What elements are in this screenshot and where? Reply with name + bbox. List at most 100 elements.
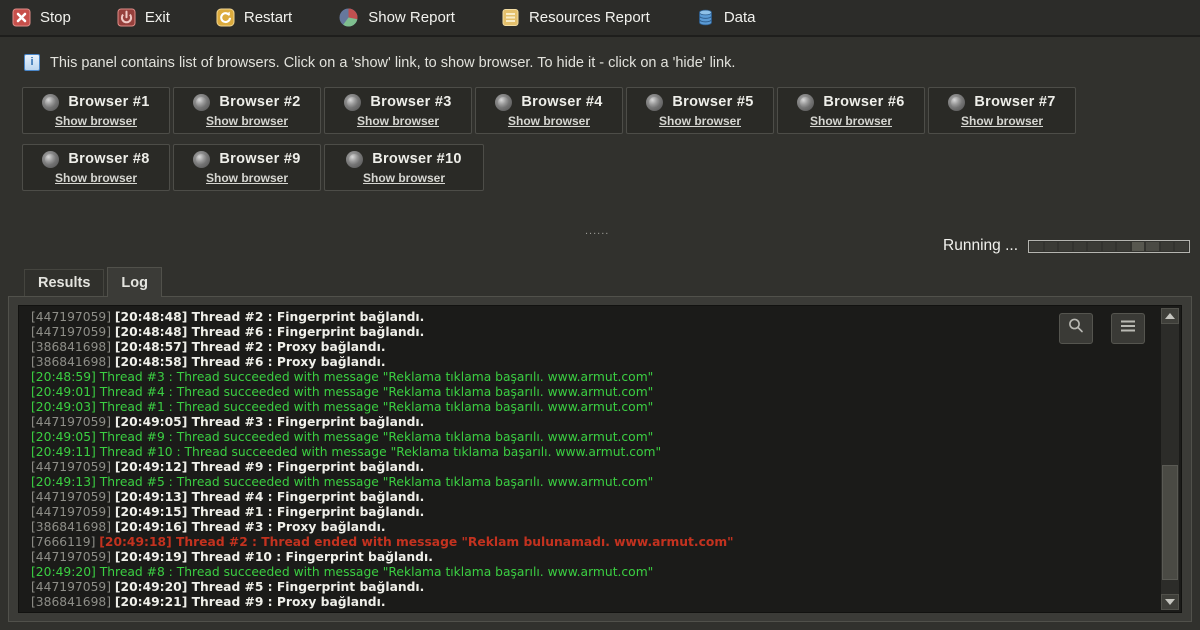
resources-report-label: Resources Report bbox=[529, 9, 650, 26]
browser-sphere-icon bbox=[346, 151, 363, 168]
exit-button[interactable]: Exit bbox=[117, 8, 170, 27]
log-line-message: [20:48:48] Thread #2 : Fingerprint bağla… bbox=[115, 310, 424, 324]
log-line-id: [447197059] bbox=[31, 415, 115, 429]
log-line-id: [447197059] bbox=[31, 550, 115, 564]
show-browser-link[interactable]: Show browser bbox=[659, 114, 741, 128]
progress-segment bbox=[1146, 242, 1159, 251]
show-browser-link[interactable]: Show browser bbox=[357, 114, 439, 128]
browser-card[interactable]: Browser #2 Show browser bbox=[173, 87, 321, 134]
browser-card[interactable]: Browser #8Show browser bbox=[22, 144, 170, 191]
tab-results[interactable]: Results bbox=[24, 269, 104, 297]
progress-segment bbox=[1030, 242, 1043, 251]
browser-card[interactable]: Browser #4Show browser bbox=[475, 87, 623, 134]
scroll-down-button[interactable] bbox=[1161, 594, 1179, 610]
browser-card-label: Browser #7 bbox=[974, 94, 1055, 110]
log-line-message: [20:49:13] Thread #4 : Fingerprint bağla… bbox=[115, 490, 424, 504]
log-line-message: [20:48:48] Thread #6 : Fingerprint bağla… bbox=[115, 325, 424, 339]
browser-card[interactable]: Browser #9 Show browser bbox=[173, 144, 321, 191]
browser-sphere-icon bbox=[948, 94, 965, 111]
log-line-id: [447197059] bbox=[31, 580, 115, 594]
show-browser-link[interactable]: Show browser bbox=[363, 171, 445, 185]
log-line: [447197059] [20:48:48] Thread #6 : Finge… bbox=[31, 325, 1061, 340]
log-line: [386841698] [20:49:21] Thread #9 : Proxy… bbox=[31, 595, 1061, 610]
log-panel: [447197059] [20:48:48] Thread #2 : Finge… bbox=[8, 296, 1192, 622]
progress-segment bbox=[1045, 242, 1058, 251]
log-line-id: [386841698] bbox=[31, 340, 115, 354]
stop-icon bbox=[12, 8, 31, 27]
scroll-up-button[interactable] bbox=[1161, 308, 1179, 324]
data-button[interactable]: Data bbox=[696, 8, 756, 27]
restart-icon bbox=[216, 8, 235, 27]
search-button[interactable] bbox=[1059, 313, 1093, 344]
browser-card-label: Browser #9 bbox=[219, 151, 300, 167]
show-browser-link[interactable]: Show browser bbox=[206, 114, 288, 128]
info-row: i This panel contains list of browsers. … bbox=[24, 54, 735, 71]
log-line-id: [447197059] bbox=[31, 325, 115, 339]
log-scrollbar[interactable] bbox=[1161, 308, 1179, 610]
browser-card[interactable]: Browser #5 Show browser bbox=[626, 87, 774, 134]
show-browser-link[interactable]: Show browser bbox=[55, 171, 137, 185]
log-line: [386841698] [20:49:16] Thread #3 : Proxy… bbox=[31, 520, 1061, 535]
browser-card[interactable]: Browser #7 Show browser bbox=[928, 87, 1076, 134]
browser-card-label: Browser #6 bbox=[823, 94, 904, 110]
log-line-message: [20:48:59] Thread #3 : Thread succeeded … bbox=[31, 370, 653, 384]
log-line: [386841698] [20:48:57] Thread #2 : Proxy… bbox=[31, 340, 1061, 355]
tab-log[interactable]: Log bbox=[107, 267, 162, 297]
database-icon bbox=[696, 8, 715, 27]
log-line: [447197059] [20:49:19] Thread #10 : Fing… bbox=[31, 550, 1061, 565]
log-line-id: [447197059] bbox=[31, 490, 115, 504]
pie-chart-icon bbox=[338, 7, 359, 28]
browser-card[interactable]: Browser #3Show browser bbox=[324, 87, 472, 134]
log-line-message: [20:49:03] Thread #1 : Thread succeeded … bbox=[31, 400, 653, 414]
log-line: [386841698] [20:48:58] Thread #6 : Proxy… bbox=[31, 355, 1061, 370]
log-line: [20:49:20] Thread #8 : Thread succeeded … bbox=[31, 565, 1061, 580]
browser-card-label: Browser #2 bbox=[219, 94, 300, 110]
stop-button[interactable]: Stop bbox=[12, 8, 71, 27]
show-report-button[interactable]: Show Report bbox=[338, 7, 455, 28]
show-browser-link[interactable]: Show browser bbox=[206, 171, 288, 185]
show-browser-link[interactable]: Show browser bbox=[55, 114, 137, 128]
log-line-message: [20:49:18] Thread #2 : Thread ended with… bbox=[99, 535, 733, 549]
menu-button[interactable] bbox=[1111, 313, 1145, 344]
log-line-message: [20:49:12] Thread #9 : Fingerprint bağla… bbox=[115, 460, 424, 474]
log-line: [447197059] [20:49:15] Thread #1 : Finge… bbox=[31, 505, 1061, 520]
progress-segment bbox=[1059, 242, 1072, 251]
arrow-up-icon bbox=[1165, 313, 1175, 319]
log-line-message: [20:48:57] Thread #2 : Proxy bağlandı. bbox=[115, 340, 386, 354]
browser-sphere-icon bbox=[344, 94, 361, 111]
document-lines-icon bbox=[501, 8, 520, 27]
log-area: [447197059] [20:48:48] Thread #2 : Finge… bbox=[18, 305, 1182, 613]
browser-sphere-icon bbox=[193, 94, 210, 111]
browser-sphere-icon bbox=[646, 94, 663, 111]
search-icon bbox=[1067, 317, 1085, 340]
progress-segment bbox=[1175, 242, 1188, 251]
show-browser-link[interactable]: Show browser bbox=[810, 114, 892, 128]
progress-bar bbox=[1028, 240, 1190, 253]
log-lines: [447197059] [20:48:48] Thread #2 : Finge… bbox=[31, 310, 1061, 610]
log-line: [20:48:59] Thread #3 : Thread succeeded … bbox=[31, 370, 1061, 385]
log-line-message: [20:49:05] Thread #9 : Thread succeeded … bbox=[31, 430, 653, 444]
show-report-label: Show Report bbox=[368, 9, 455, 26]
log-line-id: [447197059] bbox=[31, 505, 115, 519]
log-line-message: [20:49:01] Thread #4 : Thread succeeded … bbox=[31, 385, 653, 399]
browser-card-label: Browser #5 bbox=[672, 94, 753, 110]
hamburger-menu-icon bbox=[1119, 319, 1137, 338]
restart-button[interactable]: Restart bbox=[216, 8, 292, 27]
tab-bar: Results Log bbox=[24, 268, 165, 297]
log-line-id: [386841698] bbox=[31, 520, 115, 534]
log-line-message: [20:49:19] Thread #10 : Fingerprint bağl… bbox=[115, 550, 433, 564]
browser-card[interactable]: Browser #1Show browser bbox=[22, 87, 170, 134]
log-line-message: [20:49:20] Thread #8 : Thread succeeded … bbox=[31, 565, 653, 579]
log-line-message: [20:49:11] Thread #10 : Thread succeeded… bbox=[31, 445, 661, 459]
log-line: [20:49:11] Thread #10 : Thread succeeded… bbox=[31, 445, 1061, 460]
app-window: Stop Exit Restart Show Report Resources … bbox=[0, 0, 1200, 630]
show-browser-link[interactable]: Show browser bbox=[961, 114, 1043, 128]
resources-report-button[interactable]: Resources Report bbox=[501, 8, 650, 27]
show-browser-link[interactable]: Show browser bbox=[508, 114, 590, 128]
browser-card[interactable]: Browser #6 Show browser bbox=[777, 87, 925, 134]
exit-label: Exit bbox=[145, 9, 170, 26]
browser-card-label: Browser #10 bbox=[372, 151, 462, 167]
browser-card[interactable]: Browser #10 Show browser bbox=[324, 144, 484, 191]
log-line: [447197059] [20:49:05] Thread #3 : Finge… bbox=[31, 415, 1061, 430]
scrollbar-thumb[interactable] bbox=[1162, 465, 1178, 580]
